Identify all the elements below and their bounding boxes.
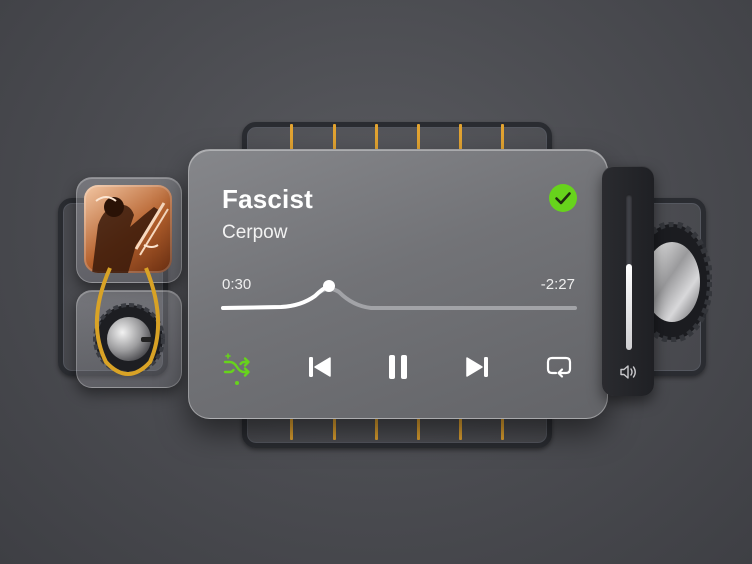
liked-badge[interactable] (548, 183, 578, 213)
volume-slider[interactable] (626, 194, 632, 350)
progress-fill (221, 284, 331, 310)
check-circle-icon (549, 184, 577, 212)
speaker-icon (620, 365, 636, 379)
rail-tick (459, 124, 462, 150)
track-title: Fascist (222, 184, 314, 214)
pause-icon (389, 355, 407, 379)
rail-tick (333, 416, 336, 440)
rail-tick (290, 124, 293, 150)
repeat-icon (546, 356, 572, 378)
rail-tick (501, 124, 504, 150)
volume-panel (602, 166, 654, 396)
track-artist: Cerpow (222, 222, 288, 243)
shuffle-button[interactable] (219, 350, 255, 388)
belt-icon (94, 267, 160, 376)
album-art[interactable] (84, 185, 172, 273)
shuffle-icon (223, 353, 250, 385)
previous-button[interactable] (303, 350, 337, 384)
rail-tick (501, 416, 504, 440)
repeat-button[interactable] (542, 350, 576, 384)
play-pause-button[interactable] (381, 350, 415, 384)
rail-tick (459, 416, 462, 440)
next-button[interactable] (460, 350, 494, 384)
rail-tick (375, 124, 378, 150)
rail-tick (417, 416, 420, 440)
rail-tick (417, 124, 420, 150)
rail-tick (375, 416, 378, 440)
volume-fill (626, 264, 632, 350)
volume-speaker-button[interactable] (619, 364, 639, 380)
skip-back-icon (309, 357, 331, 377)
progress-thumb[interactable] (323, 280, 335, 292)
player-card: Fascist Cerpow 0:30 -2:27 (188, 149, 608, 419)
progress-slider[interactable] (221, 274, 577, 314)
album-cover-artwork-icon (92, 196, 169, 273)
rail-tick (290, 416, 293, 440)
skip-forward-icon (466, 357, 488, 377)
rail-tick (333, 124, 336, 150)
